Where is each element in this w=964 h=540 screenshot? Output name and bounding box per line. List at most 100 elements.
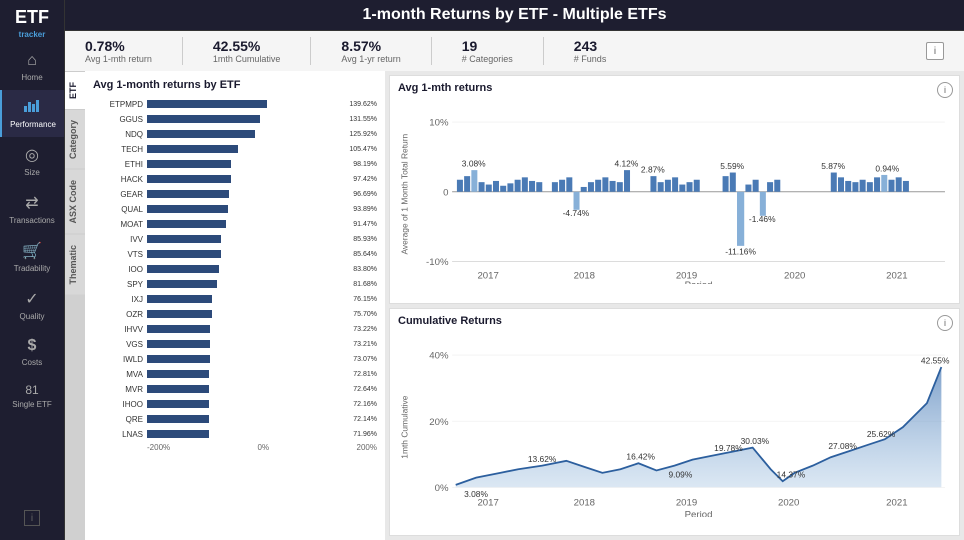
left-panel: ETF Category ASX Code Thematic Avg 1-mon… bbox=[65, 71, 385, 540]
stat-avg-1mth: 0.78% Avg 1-mth return bbox=[85, 38, 152, 64]
area-chart-info-btn[interactable]: i bbox=[937, 315, 953, 331]
sidebar-item-transactions[interactable]: ⇄ Transactions bbox=[0, 185, 64, 233]
single-etf-icon: 81 bbox=[25, 383, 38, 397]
list-item: OZR75.70% bbox=[93, 307, 377, 321]
svg-text:2.87%: 2.87% bbox=[641, 165, 665, 175]
list-item: HACK97.42% bbox=[93, 172, 377, 186]
area-chart-title: Cumulative Returns bbox=[398, 315, 951, 327]
costs-icon: $ bbox=[28, 337, 37, 355]
svg-text:-1.46%: -1.46% bbox=[749, 214, 776, 224]
list-item: VGS73.21% bbox=[93, 337, 377, 351]
sidebar-item-quality[interactable]: ✓ Quality bbox=[0, 281, 64, 329]
sidebar-item-size[interactable]: ◎ Size bbox=[0, 137, 64, 185]
content-area: ETF Category ASX Code Thematic Avg 1-mon… bbox=[65, 71, 964, 540]
bar-chart-box: Avg 1-mth returns i Average of 1 Month T… bbox=[389, 75, 960, 304]
list-item: GGUS131.55% bbox=[93, 112, 377, 126]
svg-text:27.08%: 27.08% bbox=[828, 440, 857, 450]
svg-text:20%: 20% bbox=[429, 416, 449, 427]
list-item: QUAL93.89% bbox=[93, 202, 377, 216]
list-item: VTS85.64% bbox=[93, 247, 377, 261]
stat-categories: 19 # Categories bbox=[462, 38, 513, 64]
svg-text:2018: 2018 bbox=[574, 270, 595, 281]
stats-bar: 0.78% Avg 1-mth return 42.55% 1mth Cumul… bbox=[65, 31, 964, 71]
list-item: MOAT91.47% bbox=[93, 217, 377, 231]
list-item: ETPMPD139.62% bbox=[93, 97, 377, 111]
sidebar-item-performance[interactable]: Performance bbox=[0, 90, 64, 137]
right-charts: ≡ ⓘ Avg 1-mth returns i Average of 1 Mon… bbox=[385, 71, 964, 540]
svg-text:2021: 2021 bbox=[886, 270, 907, 281]
x-label-0: 0% bbox=[258, 443, 270, 452]
svg-text:2017: 2017 bbox=[477, 270, 498, 281]
svg-text:4.12%: 4.12% bbox=[614, 159, 638, 169]
list-item: IHOO72.16% bbox=[93, 397, 377, 411]
stat-divider-1 bbox=[182, 37, 183, 65]
svg-text:16.42%: 16.42% bbox=[626, 451, 655, 461]
svg-text:40%: 40% bbox=[429, 350, 449, 361]
svg-text:42.55%: 42.55% bbox=[921, 355, 950, 365]
list-item: ETHI98.19% bbox=[93, 157, 377, 171]
vtab-category[interactable]: Category bbox=[65, 109, 85, 169]
stats-bar-info-button[interactable]: i bbox=[926, 42, 944, 60]
svg-text:0%: 0% bbox=[435, 482, 449, 493]
vtab-etf[interactable]: ETF bbox=[65, 71, 85, 109]
svg-text:2020: 2020 bbox=[778, 497, 799, 508]
home-icon: ⌂ bbox=[27, 52, 37, 70]
list-item: MVR72.64% bbox=[93, 382, 377, 396]
svg-text:Period: Period bbox=[685, 280, 713, 284]
list-item: IHVV73.22% bbox=[93, 322, 377, 336]
svg-text:10%: 10% bbox=[429, 118, 449, 129]
vertical-tabs: ETF Category ASX Code Thematic bbox=[65, 71, 85, 540]
etf-list: ETPMPD139.62%GGUS131.55%NDQ125.92%TECH10… bbox=[93, 97, 377, 441]
list-item: MVA72.81% bbox=[93, 367, 377, 381]
list-item: IVV85.93% bbox=[93, 232, 377, 246]
svg-text:19.78%: 19.78% bbox=[714, 443, 743, 453]
svg-text:2018: 2018 bbox=[574, 497, 595, 508]
sidebar-item-costs[interactable]: $ Costs bbox=[0, 329, 64, 375]
svg-text:14.37%: 14.37% bbox=[777, 469, 806, 479]
bar-chart-title: Avg 1-mth returns bbox=[398, 82, 951, 94]
bar-chart-info-btn[interactable]: i bbox=[937, 82, 953, 98]
sidebar: ETF tracker ⌂ Home Performance ◎ Size ⇄ … bbox=[0, 0, 65, 540]
stat-divider-4 bbox=[543, 37, 544, 65]
list-item: TECH105.47% bbox=[93, 142, 377, 156]
svg-text:13.62%: 13.62% bbox=[528, 454, 557, 464]
svg-text:-4.74%: -4.74% bbox=[563, 208, 590, 218]
size-icon: ◎ bbox=[25, 145, 39, 165]
stat-divider-2 bbox=[310, 37, 311, 65]
sidebar-item-single-etf[interactable]: 81 Single ETF bbox=[0, 375, 64, 417]
app-logo: ETF tracker bbox=[15, 8, 49, 40]
x-label-200: 200% bbox=[357, 443, 377, 452]
svg-text:2019: 2019 bbox=[676, 497, 697, 508]
svg-text:2017: 2017 bbox=[477, 497, 498, 508]
svg-text:1mth Cumulative: 1mth Cumulative bbox=[400, 395, 410, 458]
quality-icon: ✓ bbox=[25, 289, 38, 309]
list-item: IWLD73.07% bbox=[93, 352, 377, 366]
sidebar-info-button[interactable]: i bbox=[24, 510, 40, 526]
svg-text:3.08%: 3.08% bbox=[462, 159, 486, 169]
list-item: QRE72.14% bbox=[93, 412, 377, 426]
svg-text:5.87%: 5.87% bbox=[821, 161, 845, 171]
list-item: NDQ125.92% bbox=[93, 127, 377, 141]
svg-text:9.09%: 9.09% bbox=[668, 469, 692, 479]
vtab-thematic[interactable]: Thematic bbox=[65, 234, 85, 295]
sidebar-item-home[interactable]: ⌂ Home bbox=[0, 44, 64, 90]
x-label-neg200: -200% bbox=[147, 443, 170, 452]
etf-x-axis: -200% 0% 200% bbox=[93, 441, 377, 452]
performance-icon bbox=[24, 98, 42, 117]
list-item: IOO83.80% bbox=[93, 262, 377, 276]
svg-text:2021: 2021 bbox=[886, 497, 907, 508]
svg-text:25.62%: 25.62% bbox=[867, 428, 896, 438]
svg-text:5.59%: 5.59% bbox=[720, 161, 744, 171]
main-content: 1-month Returns by ETF - Multiple ETFs 0… bbox=[65, 0, 964, 540]
svg-text:-10%: -10% bbox=[426, 257, 449, 268]
area-chart-box: Cumulative Returns i 1mth Cumulative 40%… bbox=[389, 308, 960, 537]
vtab-asx-code[interactable]: ASX Code bbox=[65, 169, 85, 234]
svg-text:Average of 1 Month Total Retur: Average of 1 Month Total Return bbox=[400, 133, 410, 254]
etf-list-panel: Avg 1-month returns by ETF ETPMPD139.62%… bbox=[85, 71, 385, 540]
stat-divider-3 bbox=[431, 37, 432, 65]
list-item: IXJ76.15% bbox=[93, 292, 377, 306]
list-item: SPY81.68% bbox=[93, 277, 377, 291]
sidebar-item-tradability[interactable]: 🛒 Tradability bbox=[0, 233, 64, 281]
svg-text:-11.16%: -11.16% bbox=[725, 246, 756, 256]
svg-text:30.03%: 30.03% bbox=[741, 435, 770, 445]
